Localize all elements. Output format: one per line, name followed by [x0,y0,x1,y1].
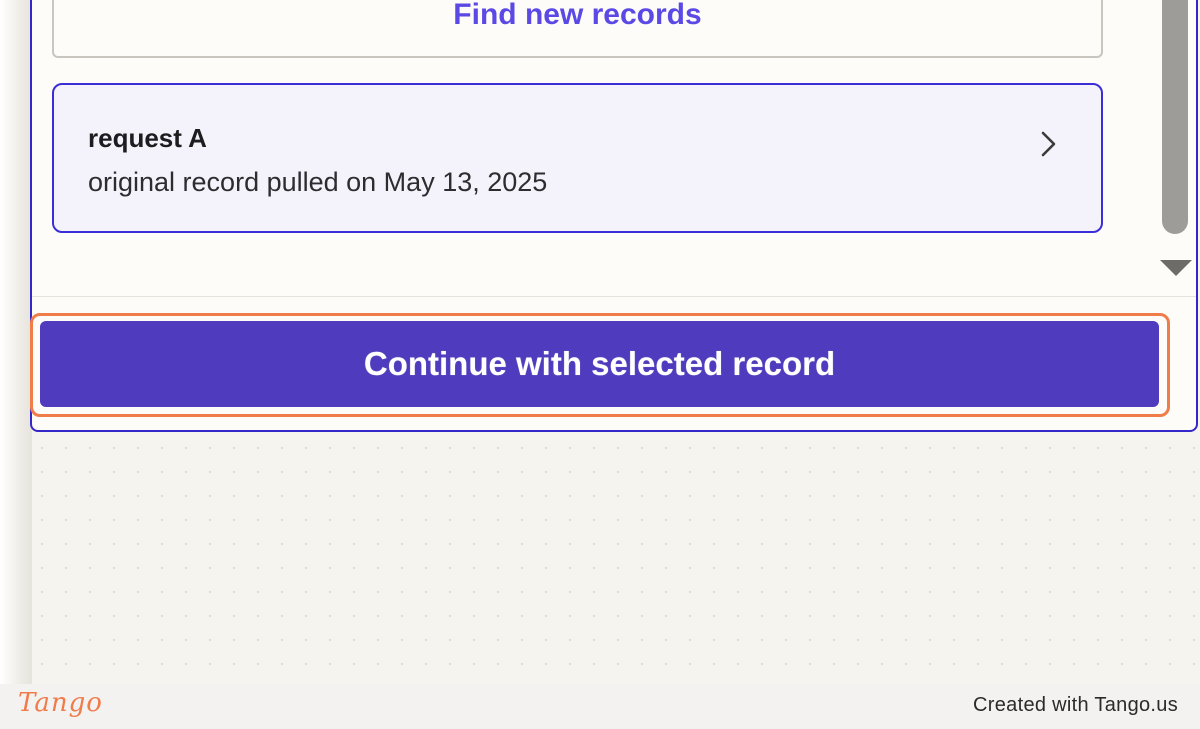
scroll-down-arrow-icon[interactable] [1160,260,1192,278]
continue-with-selected-record-button[interactable]: Continue with selected record [40,321,1159,407]
selected-record-card[interactable]: request A original record pulled on May … [52,83,1103,233]
created-with-credit[interactable]: Created with Tango.us [973,694,1178,717]
left-panel-shadow [0,0,32,690]
scrollbar-thumb[interactable] [1162,0,1188,234]
footer-bar: Tango Created with Tango.us [0,684,1200,729]
find-new-records-button[interactable]: Find new records [52,0,1103,58]
record-title: request A [88,123,207,153]
tango-logo[interactable]: Tango [18,688,103,718]
chevron-right-icon [1041,131,1056,157]
record-subtitle: original record pulled on May 13, 2025 [88,167,548,197]
panel-divider [32,296,1196,297]
